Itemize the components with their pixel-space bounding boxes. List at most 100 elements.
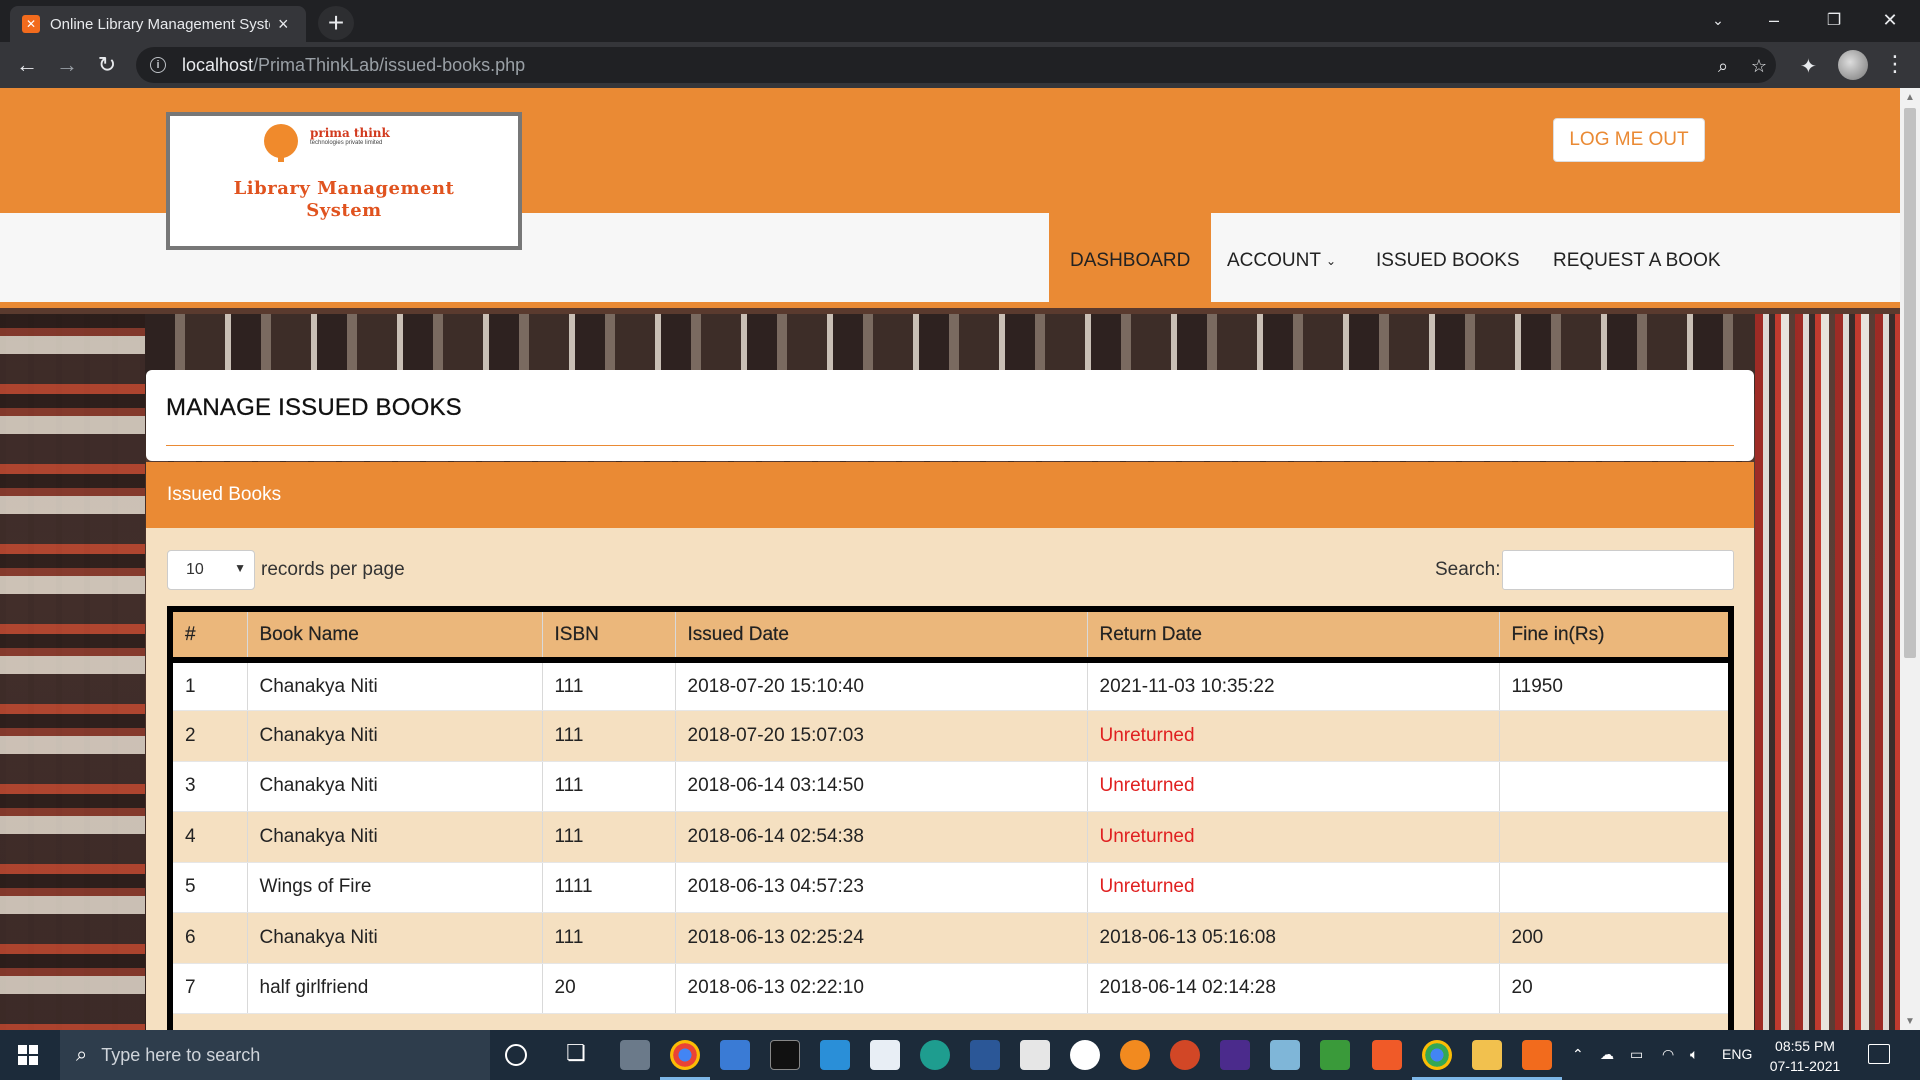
logout-button[interactable]: LOG ME OUT <box>1553 118 1705 162</box>
cell-isbn: 111 <box>542 710 676 762</box>
scroll-up-icon[interactable]: ▲ <box>1905 92 1915 103</box>
taskbar-app-icon[interactable] <box>1270 1040 1300 1070</box>
language-indicator[interactable]: ENG <box>1722 1046 1752 1062</box>
search-label: Search: <box>1435 559 1501 580</box>
background-shelf-left <box>0 314 145 1030</box>
powerpoint-icon[interactable] <box>1170 1040 1200 1070</box>
nav-account-label: ACCOUNT <box>1227 249 1321 271</box>
close-window-icon[interactable]: ✕ <box>1862 0 1918 40</box>
table-row: 3 Chanakya Niti 111 2018-06-14 03:14:50 Unre… <box>173 761 1728 812</box>
browser-tab-bar: ✕ Online Library Management System × + ⌄… <box>0 0 1920 42</box>
volume-icon[interactable]: 🔈︎ <box>1690 1046 1698 1063</box>
search-input[interactable] <box>1502 550 1734 590</box>
chrome-profile-icon[interactable] <box>1412 1040 1462 1080</box>
cell-return-date: Unreturned <box>1087 862 1500 913</box>
browser-toolbar: ← → ↻ i localhost/PrimaThinkLab/issued-b… <box>0 42 1920 88</box>
taskbar-clock[interactable]: 08:55 PM 07-11-2021 <box>1760 1036 1850 1076</box>
cell-isbn: 111 <box>542 912 676 964</box>
windows-taskbar: ⌕ Type here to search ❏ ⌃ ☁ ▭ ◠ 🔈︎ ENG 0… <box>0 1030 1920 1080</box>
page-title: MANAGE ISSUED BOOKS <box>166 394 462 421</box>
tray-chevron-up-icon[interactable]: ⌃ <box>1572 1046 1584 1063</box>
cell-return-date: 2018-06-13 05:16:08 <box>1087 912 1500 964</box>
new-tab-button[interactable]: + <box>318 6 354 40</box>
nav-request-book[interactable]: REQUEST A BOOK <box>1532 213 1742 308</box>
amazon-music-icon[interactable] <box>1220 1040 1250 1070</box>
chevron-down-icon: ⌄ <box>1325 253 1337 268</box>
column-header-return-date[interactable]: Return Date <box>1087 612 1500 663</box>
address-bar[interactable]: i localhost/PrimaThinkLab/issued-books.p… <box>136 47 1776 83</box>
browser-tab[interactable]: ✕ Online Library Management System × <box>10 6 306 42</box>
nav-issued-books[interactable]: ISSUED BOOKS <box>1355 213 1541 308</box>
back-icon[interactable]: ← <box>12 50 42 80</box>
forward-icon[interactable]: → <box>52 50 82 80</box>
column-header-fine[interactable]: Fine in(Rs) <box>1499 612 1728 663</box>
cell-number: 7 <box>173 963 248 1014</box>
tab-search-chevron-icon[interactable]: ⌄ <box>1690 0 1746 40</box>
onedrive-icon[interactable]: ☁ <box>1600 1046 1614 1063</box>
taskbar-search[interactable]: ⌕ Type here to search <box>60 1030 490 1080</box>
page-length-select[interactable]: 10 ▼ <box>167 550 255 590</box>
browser-menu-icon[interactable]: ⋮ <box>1884 51 1906 77</box>
vscode-icon[interactable] <box>820 1040 850 1070</box>
notification-center-icon[interactable] <box>1868 1044 1890 1064</box>
column-header-isbn[interactable]: ISBN <box>542 612 676 663</box>
minimize-icon[interactable]: – <box>1746 0 1802 40</box>
search-icon: ⌕ <box>76 1043 88 1066</box>
chrome-icon[interactable] <box>660 1040 710 1080</box>
word-icon[interactable] <box>970 1040 1000 1070</box>
page-title-card: MANAGE ISSUED BOOKS <box>146 370 1754 461</box>
tab-close-icon[interactable]: × <box>278 14 289 35</box>
bookmark-star-icon[interactable]: ☆ <box>1748 55 1770 77</box>
nav-request-book-label: REQUEST A BOOK <box>1553 249 1721 271</box>
camera-icon[interactable] <box>1020 1040 1050 1070</box>
table-row: 1 Chanakya Niti 111 2018-07-20 15:10:40 2021… <box>173 660 1728 711</box>
restore-icon[interactable]: ❐ <box>1806 0 1862 40</box>
taskbar-app-icon[interactable] <box>1070 1040 1100 1070</box>
cell-issued-date: 2018-06-13 02:25:24 <box>675 912 1088 964</box>
column-header-number[interactable]: # <box>173 612 248 663</box>
task-view-icon[interactable]: ❏ <box>566 1040 596 1070</box>
cell-number: 6 <box>173 912 248 964</box>
cell-issued-date: 2018-06-14 02:54:38 <box>675 811 1088 863</box>
lightbulb-logo-icon <box>264 124 298 162</box>
nav-issued-books-label: ISSUED BOOKS <box>1376 249 1520 271</box>
reload-icon[interactable]: ↻ <box>92 50 122 80</box>
issued-books-table: # Book Name ISBN Issued Date Return Date… <box>167 606 1734 1030</box>
page-scrollbar[interactable]: ▲ ▼ <box>1900 88 1920 1030</box>
cell-fine <box>1499 862 1728 913</box>
taskbar-app-icon[interactable] <box>1320 1040 1350 1070</box>
column-header-book-name[interactable]: Book Name <box>247 612 543 663</box>
nav-dashboard[interactable]: DASHBOARD <box>1049 213 1212 308</box>
windows-start-icon[interactable] <box>18 1045 38 1065</box>
cortana-icon[interactable] <box>505 1044 527 1066</box>
table-row: 6 Chanakya Niti 111 2018-06-13 02:25:24 2018… <box>173 912 1728 964</box>
nav-account[interactable]: ACCOUNT ⌄ <box>1206 213 1357 308</box>
scroll-down-icon[interactable]: ▼ <box>1905 1016 1915 1027</box>
site-logo[interactable]: prima think technologies private limited… <box>166 112 522 250</box>
cell-issued-date: 2018-06-13 02:22:10 <box>675 963 1088 1014</box>
brave-icon[interactable] <box>1372 1040 1402 1070</box>
cell-book-name: Wings of Fire <box>247 862 543 913</box>
logo-subtitle: technologies private limited <box>310 140 383 146</box>
file-explorer-icon[interactable] <box>1462 1040 1512 1080</box>
profile-avatar[interactable] <box>1838 50 1868 80</box>
zoom-icon[interactable]: ⌕ <box>1712 55 1734 77</box>
page-length-value: 10 <box>186 561 204 578</box>
extensions-puzzle-icon[interactable]: ✦ <box>1800 54 1817 79</box>
column-header-issued-date[interactable]: Issued Date <box>675 612 1088 663</box>
site-info-icon[interactable]: i <box>150 57 166 73</box>
taskbar-app-icon[interactable] <box>720 1040 750 1070</box>
cell-issued-date: 2018-06-14 03:14:50 <box>675 761 1088 812</box>
xampp-icon[interactable] <box>1512 1040 1562 1080</box>
battery-icon[interactable]: ▭ <box>1630 1046 1643 1063</box>
cell-number: 3 <box>173 761 248 812</box>
wifi-icon[interactable]: ◠ <box>1662 1046 1674 1063</box>
terminal-icon[interactable] <box>770 1040 800 1070</box>
cell-number: 5 <box>173 862 248 913</box>
taskbar-app-icon[interactable] <box>620 1040 650 1070</box>
edge-icon[interactable] <box>920 1040 950 1070</box>
notepad-icon[interactable] <box>870 1040 900 1070</box>
cell-number: 2 <box>173 710 248 762</box>
firefox-icon[interactable] <box>1120 1040 1150 1070</box>
scrollbar-thumb[interactable] <box>1904 108 1916 658</box>
